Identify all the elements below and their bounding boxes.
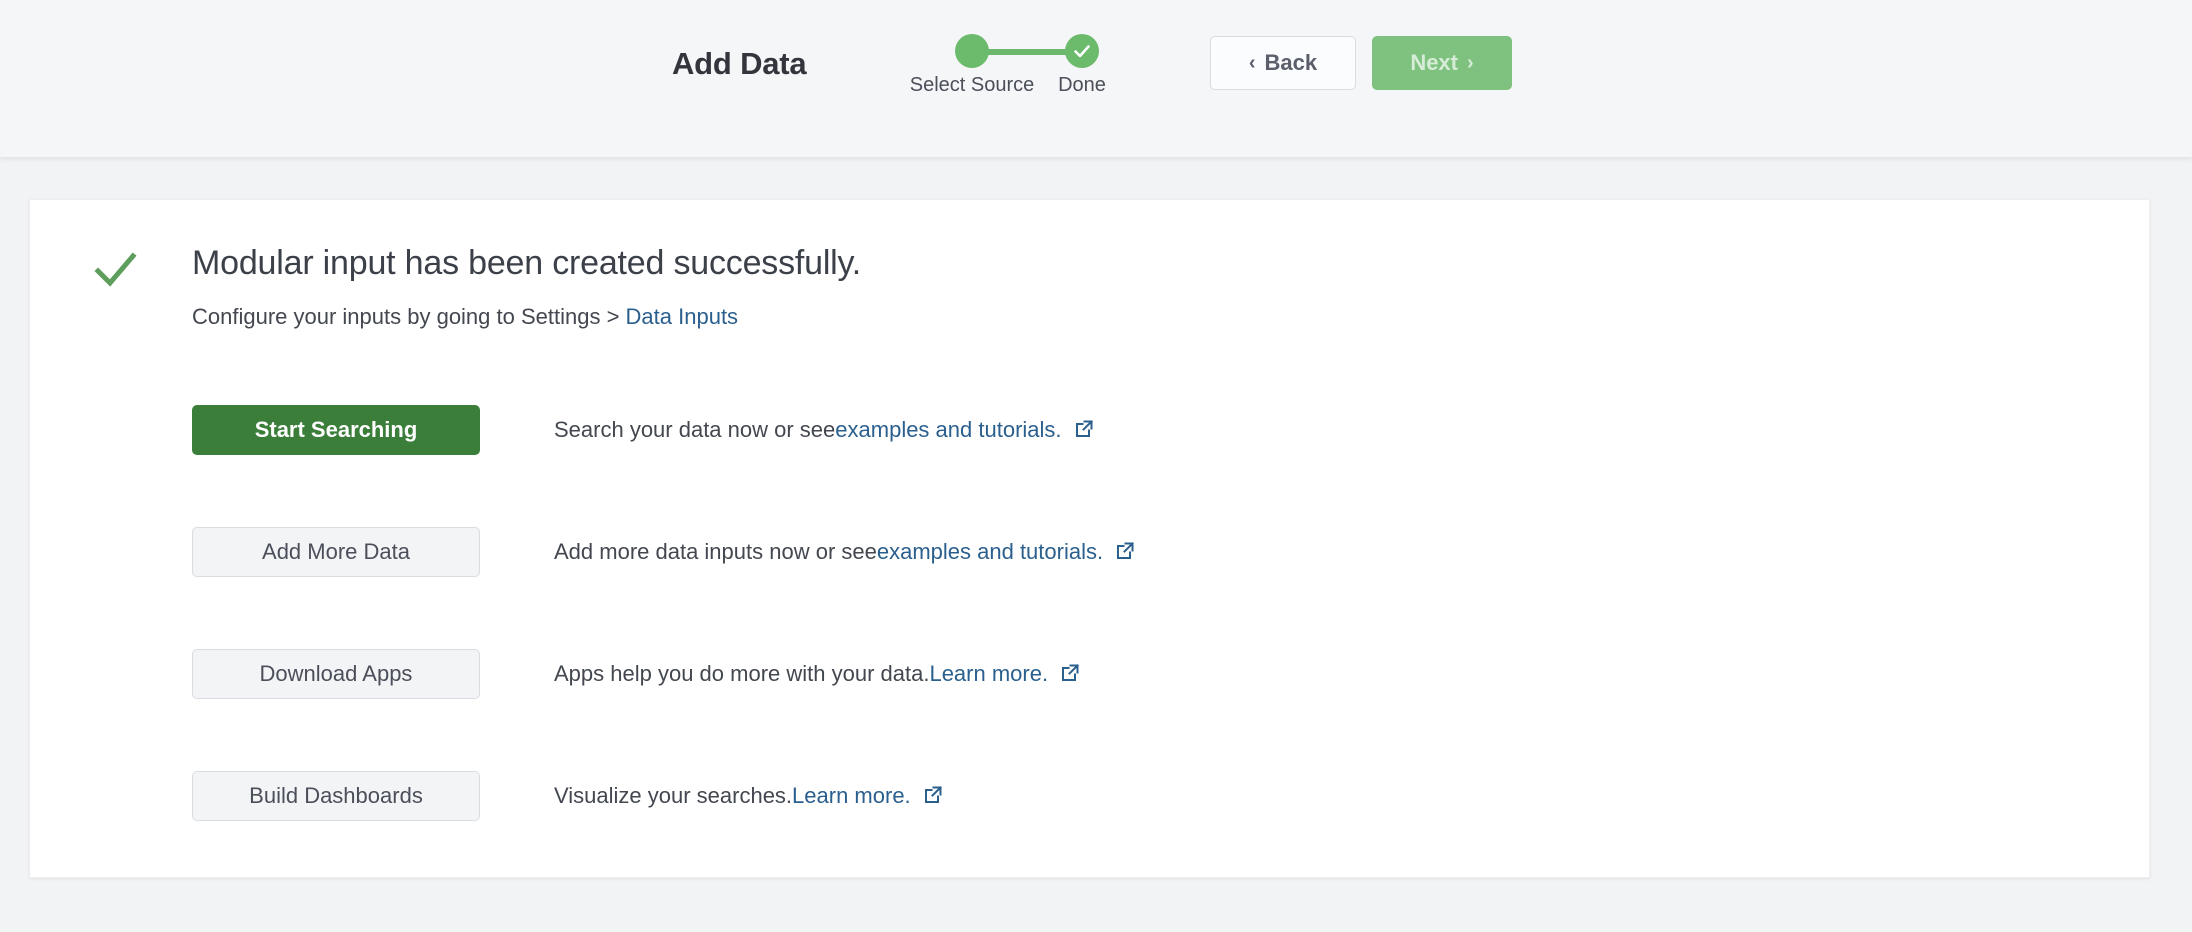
action-text-prefix: Visualize your searches.	[554, 783, 792, 809]
action-text-prefix: Search your data now or see	[554, 417, 835, 443]
step-dot-select-source[interactable]	[955, 34, 989, 68]
back-button[interactable]: ‹ Back	[1210, 36, 1356, 90]
add-more-data-button[interactable]: Add More Data	[192, 527, 480, 577]
external-link-icon[interactable]	[1060, 663, 1080, 689]
step-done-check-icon	[1065, 34, 1099, 68]
page-title: Add Data	[672, 46, 806, 82]
chevron-right-icon: ›	[1467, 53, 1474, 73]
step-progress-indicator: Select Source Done	[900, 34, 1180, 104]
data-inputs-link[interactable]: Data Inputs	[626, 304, 739, 329]
download-apps-button[interactable]: Download Apps	[192, 649, 480, 699]
build-dashboards-button[interactable]: Build Dashboards	[192, 771, 480, 821]
external-link-icon[interactable]	[1115, 541, 1135, 567]
learn-more-link[interactable]: Learn more.	[929, 661, 1048, 687]
wizard-nav-buttons: ‹ Back Next ›	[1210, 36, 1512, 90]
success-card: Modular input has been created successfu…	[29, 199, 2150, 878]
action-row: Add More Data Add more data inputs now o…	[30, 527, 2149, 649]
success-subtitle-text: Configure your inputs by going to Settin…	[192, 304, 626, 329]
download-apps-label: Download Apps	[260, 661, 413, 687]
step-label-done: Done	[1058, 74, 1106, 97]
step-label-select-source: Select Source	[910, 74, 1035, 97]
learn-more-link[interactable]: Learn more.	[792, 783, 911, 809]
step-labels: Select Source Done	[900, 74, 1180, 104]
add-more-data-label: Add More Data	[262, 539, 410, 565]
action-text-prefix: Add more data inputs now or see	[554, 539, 877, 565]
start-searching-button[interactable]: Start Searching	[192, 405, 480, 455]
chevron-left-icon: ‹	[1249, 53, 1256, 73]
next-button[interactable]: Next ›	[1372, 36, 1512, 90]
action-row-text: Search your data now or see examples and…	[554, 417, 1094, 443]
success-subtitle: Configure your inputs by going to Settin…	[192, 304, 738, 330]
success-title: Modular input has been created successfu…	[192, 244, 861, 283]
examples-and-tutorials-link[interactable]: examples and tutorials.	[835, 417, 1061, 443]
build-dashboards-label: Build Dashboards	[249, 783, 423, 809]
external-link-icon[interactable]	[1074, 419, 1094, 445]
step-track	[900, 34, 1180, 68]
action-row-text: Add more data inputs now or see examples…	[554, 539, 1135, 565]
action-rows: Start Searching Search your data now or …	[30, 405, 2149, 893]
back-button-label: Back	[1265, 50, 1318, 76]
examples-and-tutorials-link[interactable]: examples and tutorials.	[877, 539, 1103, 565]
next-button-label: Next	[1410, 50, 1458, 76]
action-row: Download Apps Apps help you do more with…	[30, 649, 2149, 771]
action-row-text: Apps help you do more with your data. Le…	[554, 661, 1080, 687]
action-row: Build Dashboards Visualize your searches…	[30, 771, 2149, 893]
wizard-header: Add Data Select Source Done ‹ Back	[0, 0, 2192, 158]
check-icon	[91, 246, 139, 294]
start-searching-label: Start Searching	[255, 417, 418, 443]
action-row: Start Searching Search your data now or …	[30, 405, 2149, 527]
action-row-text: Visualize your searches. Learn more.	[554, 783, 943, 809]
action-text-prefix: Apps help you do more with your data.	[554, 661, 929, 687]
external-link-icon[interactable]	[923, 785, 943, 811]
